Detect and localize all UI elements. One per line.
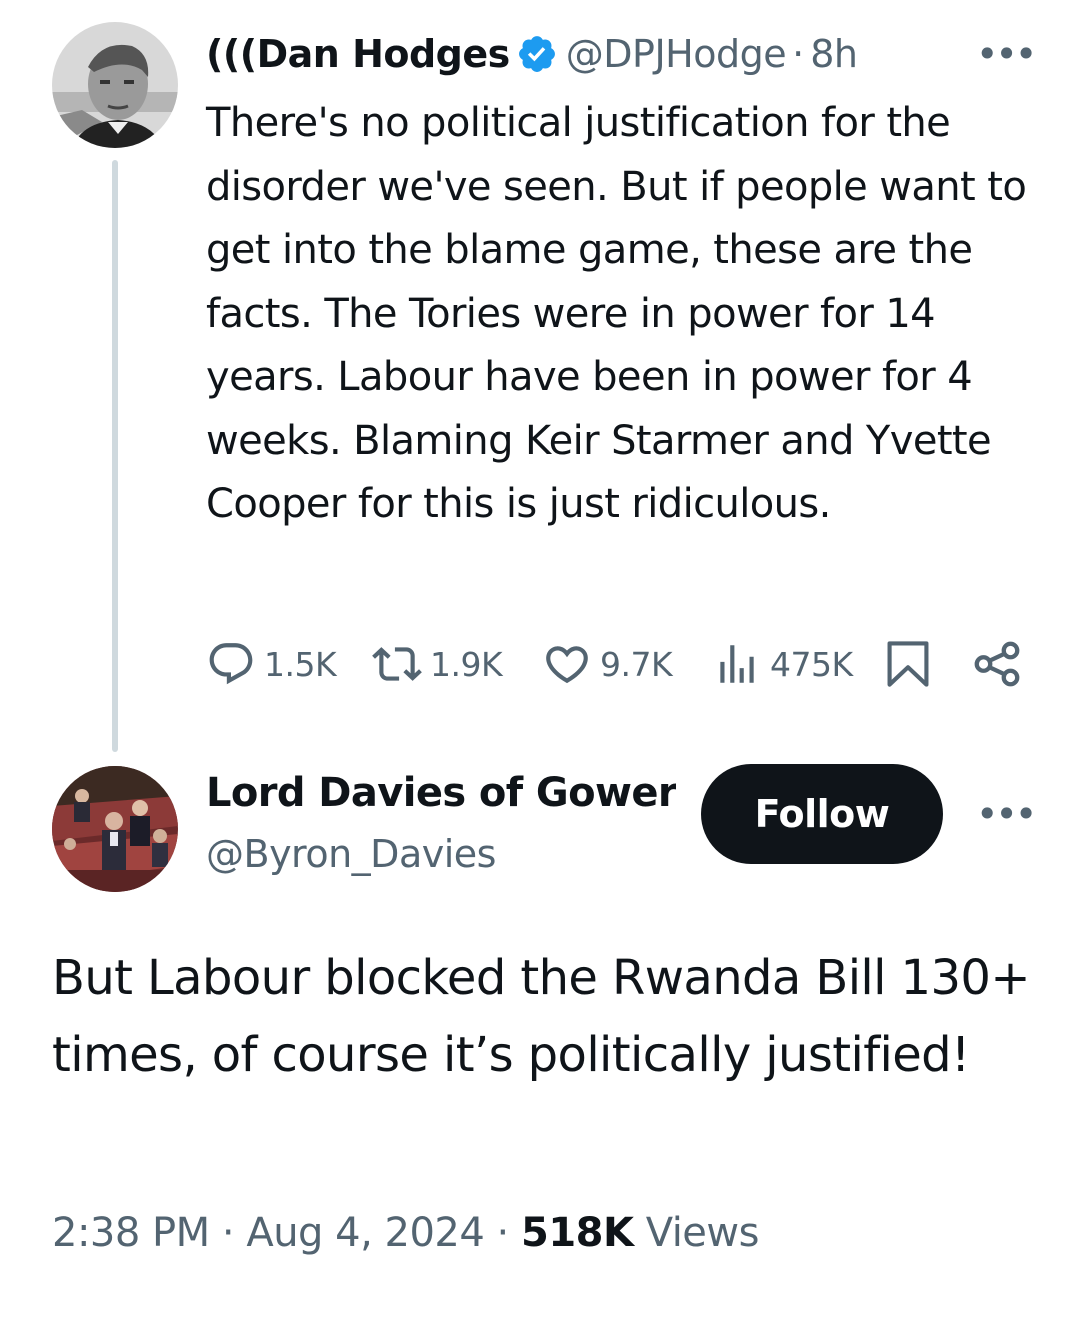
verified-badge-icon [518, 36, 555, 72]
tweet-date[interactable]: Aug 4, 2024 [246, 1210, 485, 1256]
parent-more-options-button[interactable]: ••• [976, 34, 1037, 74]
thread-connector-line [112, 160, 118, 752]
follow-button[interactable]: Follow [701, 764, 943, 864]
like-count: 9.7K [600, 644, 673, 684]
views-total: 518K [520, 1210, 634, 1256]
reply-icon [209, 643, 253, 685]
reply-tweet-text: But Labour blocked the Rwanda Bill 130+ … [52, 950, 1031, 1083]
views-icon [720, 645, 754, 683]
share-button[interactable] [970, 634, 1024, 694]
separator-dot: · [792, 32, 805, 76]
lord-davies-avatar[interactable] [52, 766, 178, 892]
parent-handle[interactable]: @DPJHodge [566, 32, 786, 76]
repost-icon [372, 647, 422, 681]
parent-tweet-text: There's no political justification for t… [206, 100, 1027, 527]
like-button[interactable]: 9.7K [542, 634, 673, 694]
repost-button[interactable]: 1.9K [372, 634, 503, 694]
reply-button[interactable]: 1.5K [206, 634, 337, 694]
parent-tweet-header: (((Dan Hodges @DPJHodge · 8h [206, 26, 1026, 82]
parent-timestamp[interactable]: 8h [810, 32, 858, 76]
reply-count: 1.5K [264, 644, 337, 684]
bookmark-icon [887, 641, 929, 687]
reply-more-options-button[interactable]: ••• [976, 794, 1037, 834]
tweet-time[interactable]: 2:38 PM [52, 1210, 210, 1256]
views-button[interactable]: 475K [712, 634, 853, 694]
views-label: Views [645, 1210, 760, 1256]
like-icon [546, 646, 588, 684]
separator-dot: · [496, 1210, 510, 1256]
share-icon [974, 641, 1020, 687]
dan-hodges-avatar[interactable] [52, 22, 178, 148]
reply-handle[interactable]: @Byron_Davies [206, 832, 496, 876]
reply-display-name[interactable]: Lord Davies of Gower [206, 770, 676, 816]
bookmark-button[interactable] [882, 634, 934, 694]
repost-count: 1.9K [430, 644, 503, 684]
parent-action-bar: 1.5K 1.9K 9.7K 475K [206, 634, 1036, 694]
parent-display-name[interactable]: (((Dan Hodges [206, 32, 510, 76]
tweet-meta: 2:38 PM · Aug 4, 2024 · 518K Views [52, 1210, 759, 1256]
separator-dot: · [221, 1210, 235, 1256]
views-count: 475K [770, 644, 853, 684]
